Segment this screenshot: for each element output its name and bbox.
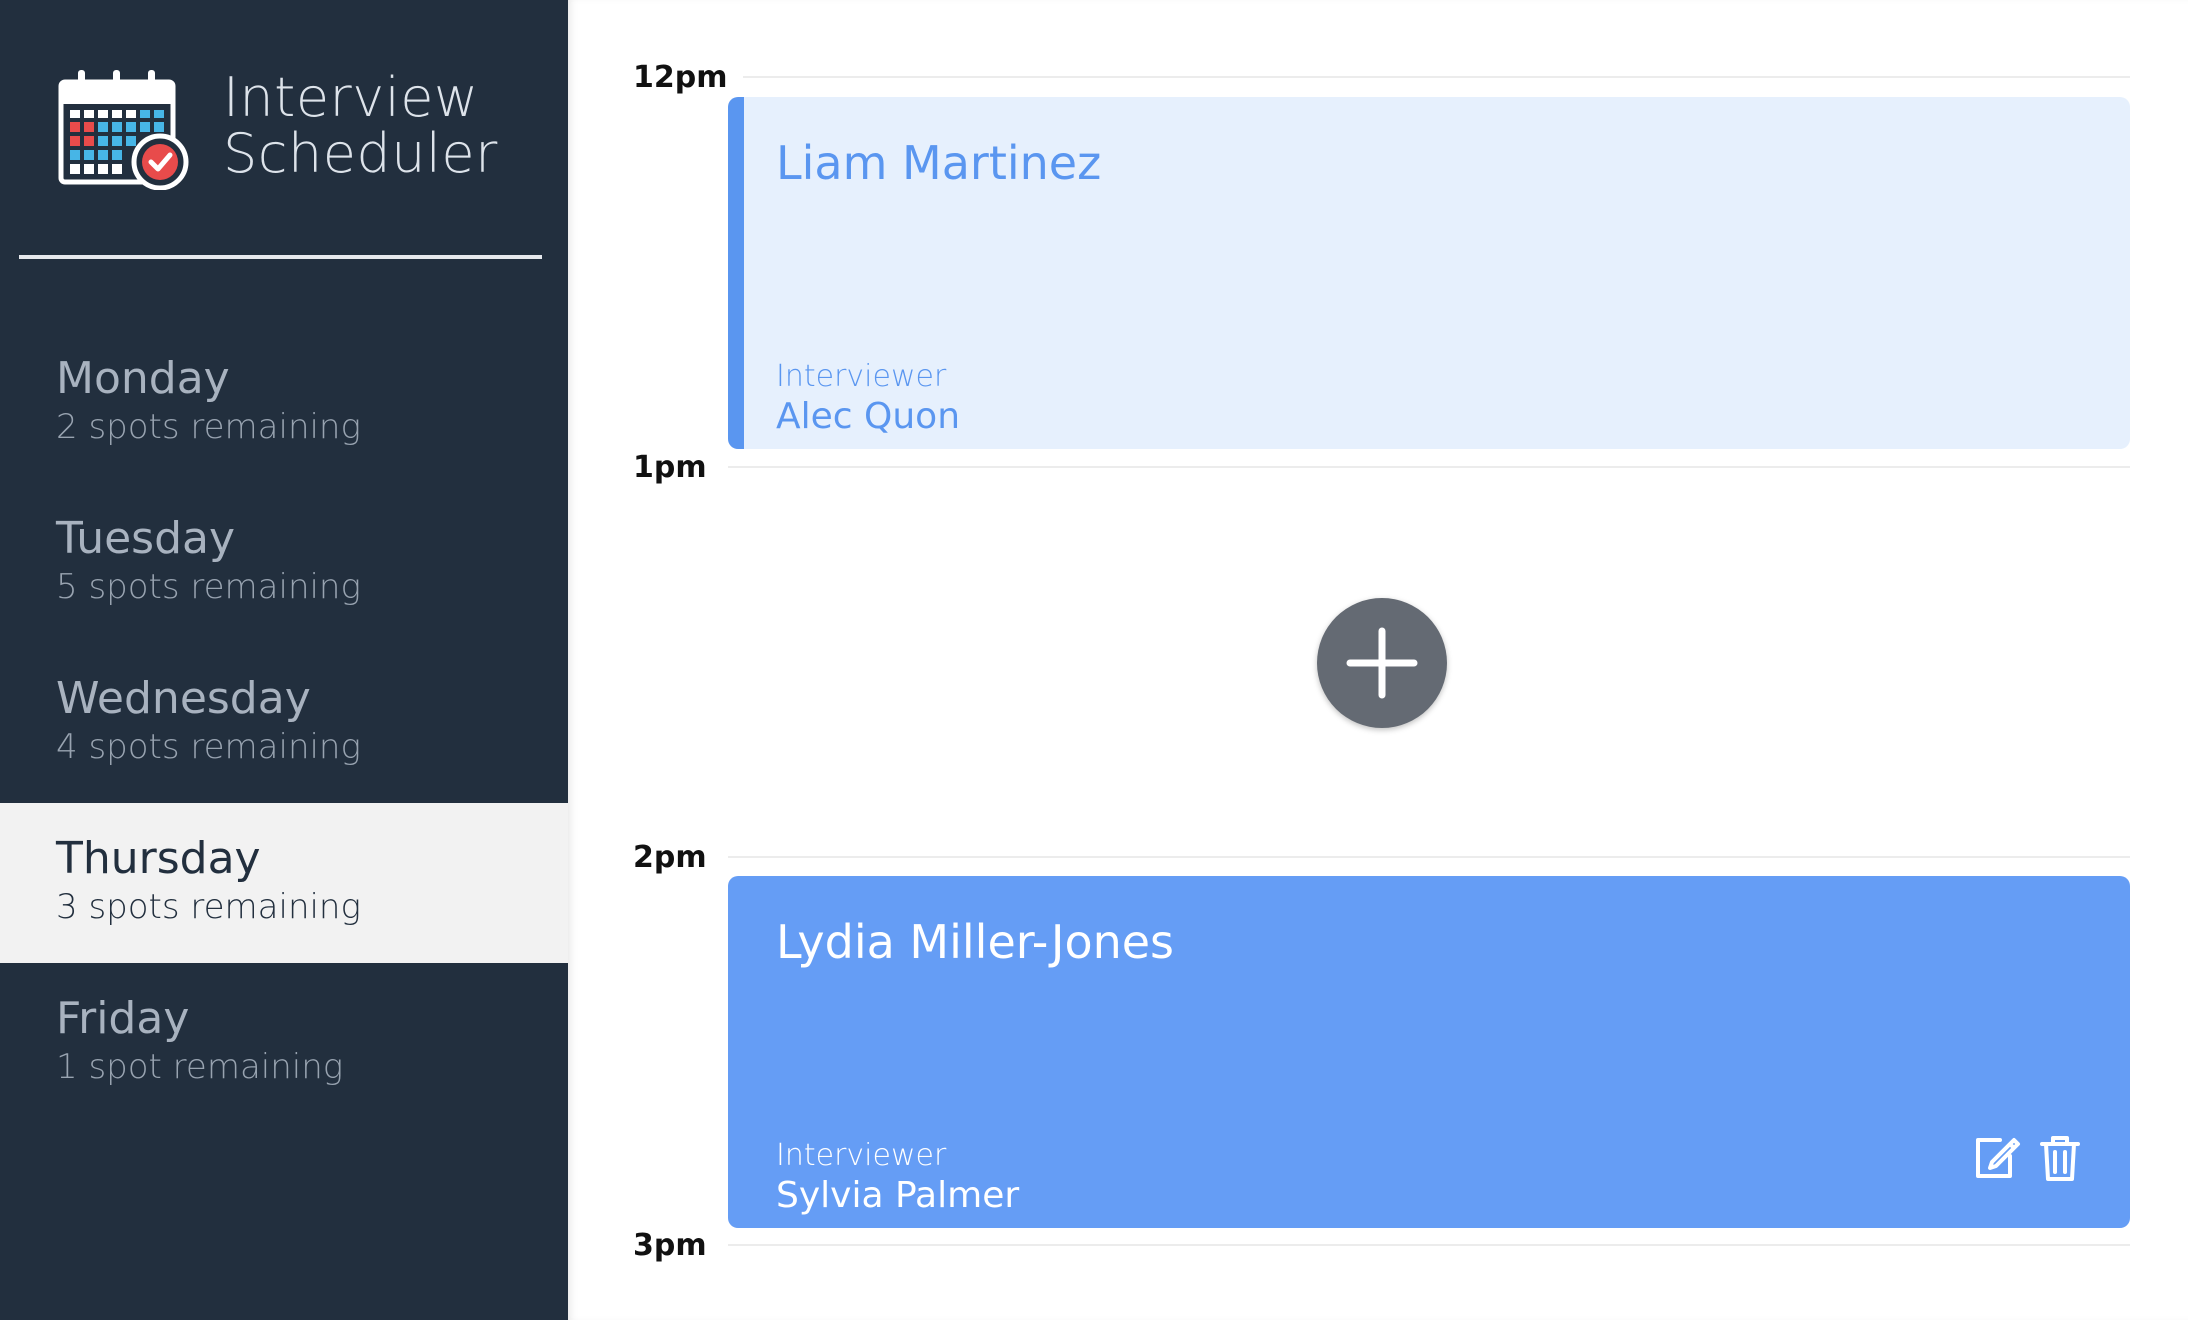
calendar-check-icon xyxy=(58,70,189,190)
day-item-thursday[interactable]: Thursday 3 spots remaining xyxy=(0,803,568,963)
app-title: Interview Scheduler xyxy=(223,70,543,182)
day-spots: 5 spots remaining xyxy=(56,567,361,607)
add-appointment-button[interactable] xyxy=(1317,598,1447,728)
appointment-interviewer-label: Interviewer xyxy=(776,359,947,394)
brand: Interview Scheduler xyxy=(58,66,538,196)
appointment-card[interactable]: Lydia Miller-Jones Interviewer Sylvia Pa… xyxy=(728,876,2130,1228)
day-spots: 2 spots remaining xyxy=(56,407,361,447)
appointment-interviewer-label: Interviewer xyxy=(776,1138,947,1173)
app-title-line2: Scheduler xyxy=(223,122,498,185)
app-title-line1: Interview xyxy=(223,66,479,129)
day-list: Monday 2 spots remaining Tuesday 5 spots… xyxy=(0,323,568,1123)
time-divider xyxy=(743,76,2130,78)
appointment-student-name: Liam Martinez xyxy=(776,136,1102,190)
day-name: Wednesday xyxy=(56,673,311,724)
app: Interview Scheduler Monday 2 spots remai… xyxy=(0,0,2188,1320)
day-item-friday[interactable]: Friday 1 spot remaining xyxy=(0,963,568,1123)
time-label-1pm: 1pm xyxy=(633,450,707,485)
time-divider xyxy=(728,466,2130,468)
appointment-card[interactable]: Liam Martinez Interviewer Alec Quon xyxy=(728,97,2130,449)
time-label-12pm: 12pm xyxy=(633,60,728,95)
edit-icon[interactable] xyxy=(1970,1132,2022,1184)
trash-icon[interactable] xyxy=(2034,1132,2086,1184)
time-label-2pm: 2pm xyxy=(633,840,707,875)
appointment-interviewer-name: Alec Quon xyxy=(776,396,961,437)
day-item-monday[interactable]: Monday 2 spots remaining xyxy=(0,323,568,483)
day-item-tuesday[interactable]: Tuesday 5 spots remaining xyxy=(0,483,568,643)
sidebar-divider xyxy=(19,255,542,259)
plus-icon xyxy=(1346,627,1418,699)
sidebar: Interview Scheduler Monday 2 spots remai… xyxy=(0,0,568,1320)
day-name: Thursday xyxy=(56,833,261,884)
day-spots: 3 spots remaining xyxy=(56,887,361,927)
time-divider xyxy=(728,1244,2130,1246)
day-spots: 1 spot remaining xyxy=(56,1047,344,1087)
day-name: Monday xyxy=(56,353,230,404)
day-name: Friday xyxy=(56,993,190,1044)
day-item-wednesday[interactable]: Wednesday 4 spots remaining xyxy=(0,643,568,803)
time-label-3pm: 3pm xyxy=(633,1228,707,1263)
day-name: Tuesday xyxy=(56,513,236,564)
time-divider xyxy=(728,856,2130,858)
day-spots: 4 spots remaining xyxy=(56,727,361,767)
appointment-interviewer-name: Sylvia Palmer xyxy=(776,1175,1020,1216)
schedule: 12pm Liam Martinez Interviewer Alec Quon… xyxy=(568,0,2188,1320)
appointment-actions xyxy=(1970,1132,2086,1184)
appointment-student-name: Lydia Miller-Jones xyxy=(776,915,1175,969)
